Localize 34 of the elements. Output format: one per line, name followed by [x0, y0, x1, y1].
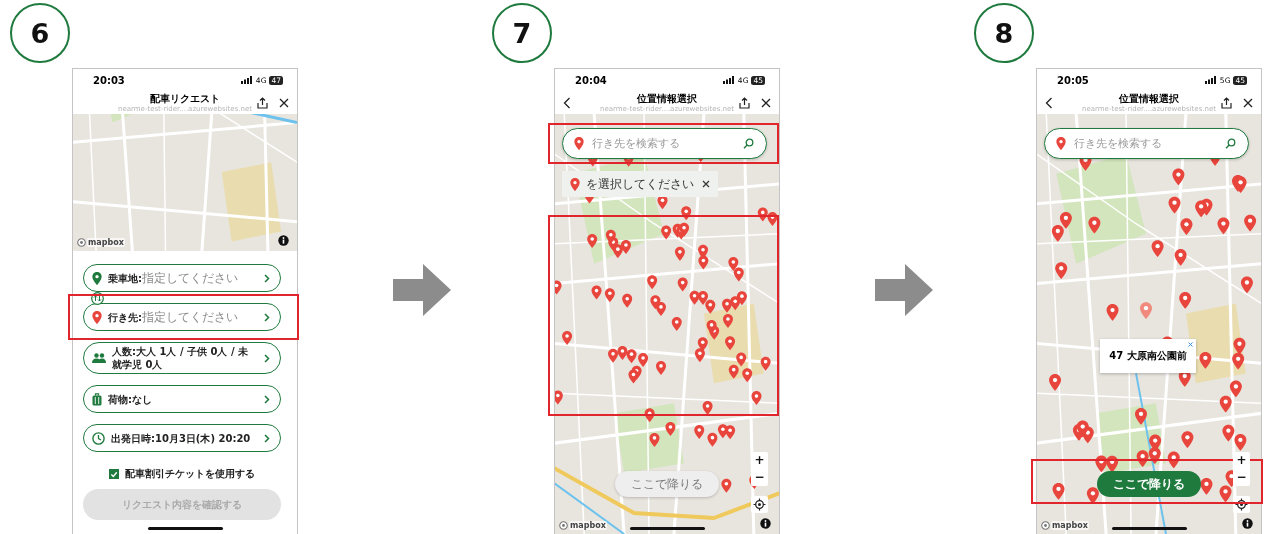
step-number: 7 [492, 3, 552, 63]
status-time: 20:04 [575, 74, 607, 86]
search-field[interactable]: 行き先を検索する [562, 128, 767, 159]
map-logo: mapbox [1051, 521, 1089, 530]
row-text: 乗車地:指定してください [108, 271, 239, 285]
row-text: 出発日時:10月3日(木) 20:20 [111, 431, 252, 445]
map-logo: mapbox [569, 521, 607, 530]
checkbox-label: 配車割引チケットを使用する [125, 467, 255, 481]
form-row[interactable]: 出発日時:10月3日(木) 20:20 [83, 424, 281, 452]
zoom-button[interactable]: − [751, 469, 768, 486]
form-row[interactable]: 人数:大人 1人 / 子供 0人 / 未就学児 0人 [83, 342, 281, 374]
zoom-button[interactable]: + [1233, 452, 1250, 469]
drop-off-button[interactable]: ここで降りる [1097, 471, 1201, 497]
stop-name: 47 大原南公園前 [1109, 349, 1187, 363]
form-row[interactable]: 行き先:指定してください [83, 303, 281, 331]
screen-title: 配車リクエスト [150, 92, 220, 105]
row-text: 人数:大人 1人 / 子供 0人 / 未就学児 0人 [112, 345, 250, 371]
search-input[interactable]: 行き先を検索する [1074, 137, 1217, 150]
search-field[interactable]: 行き先を検索する [1044, 128, 1249, 159]
row-text: 行き先:指定してください [108, 310, 239, 324]
step-number: 6 [10, 3, 70, 63]
step-number: 8 [974, 3, 1034, 63]
toast-text: を選択してください [586, 175, 695, 193]
search-input[interactable]: 行き先を検索する [592, 137, 735, 150]
row-text: 荷物:なし [108, 392, 153, 406]
map-logo: mapbox [87, 238, 125, 247]
status-time: 20:03 [93, 74, 125, 86]
zoom-button[interactable]: + [751, 452, 768, 469]
form-row[interactable]: 荷物:なし [83, 385, 281, 413]
screen-title: 位置情報選択 [1119, 92, 1179, 105]
zoom-button[interactable]: − [1233, 469, 1250, 486]
status-time: 20:05 [1057, 74, 1089, 86]
screen-title: 位置情報選択 [637, 92, 697, 105]
form-row[interactable]: 乗車地:指定してください [83, 264, 281, 292]
